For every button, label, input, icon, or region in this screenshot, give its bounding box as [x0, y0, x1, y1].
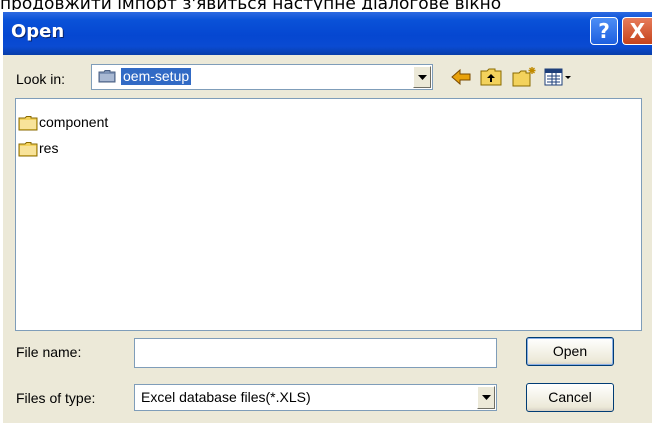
file-name: res [39, 140, 59, 156]
dialog-title: Open [11, 21, 65, 42]
cancel-button[interactable]: Cancel [526, 383, 614, 412]
look-in-value: oem-setup [121, 68, 192, 85]
file-list[interactable]: component res [15, 98, 642, 331]
look-in-label: Look in: [16, 71, 66, 87]
view-menu-icon[interactable] [543, 65, 573, 89]
file-name-input[interactable] [134, 338, 497, 368]
new-folder-icon[interactable] [511, 65, 537, 89]
back-arrow-icon[interactable] [449, 65, 473, 89]
up-folder-icon[interactable] [479, 65, 503, 89]
folder-icon [18, 142, 38, 157]
look-in-dropdown[interactable]: oem-setup [91, 64, 433, 90]
folder-icon [98, 70, 116, 83]
files-of-type-value: Excel database files(*.XLS) [141, 389, 311, 405]
folder-icon [18, 116, 38, 131]
chevron-down-icon [482, 395, 491, 400]
open-dialog: Open ? X Look in: oem-setup component re… [3, 12, 652, 423]
files-of-type-dropdown[interactable]: Excel database files(*.XLS) [134, 384, 497, 411]
files-of-type-label: Files of type: [16, 390, 96, 406]
help-button[interactable]: ? [590, 17, 618, 45]
background-caption: продовжити імпорт з'явиться наступне діа… [0, 0, 502, 10]
chevron-down-icon [418, 75, 427, 80]
open-button[interactable]: Open [526, 337, 614, 366]
look-in-dropdown-button[interactable] [413, 66, 431, 88]
close-button[interactable]: X [622, 17, 652, 45]
help-icon: ? [598, 19, 610, 43]
file-name-label: File name: [16, 344, 82, 360]
close-icon: X [629, 19, 646, 43]
title-bar[interactable]: Open ? X [3, 12, 652, 55]
files-of-type-dropdown-button[interactable] [477, 386, 495, 409]
file-name: component [39, 114, 109, 130]
